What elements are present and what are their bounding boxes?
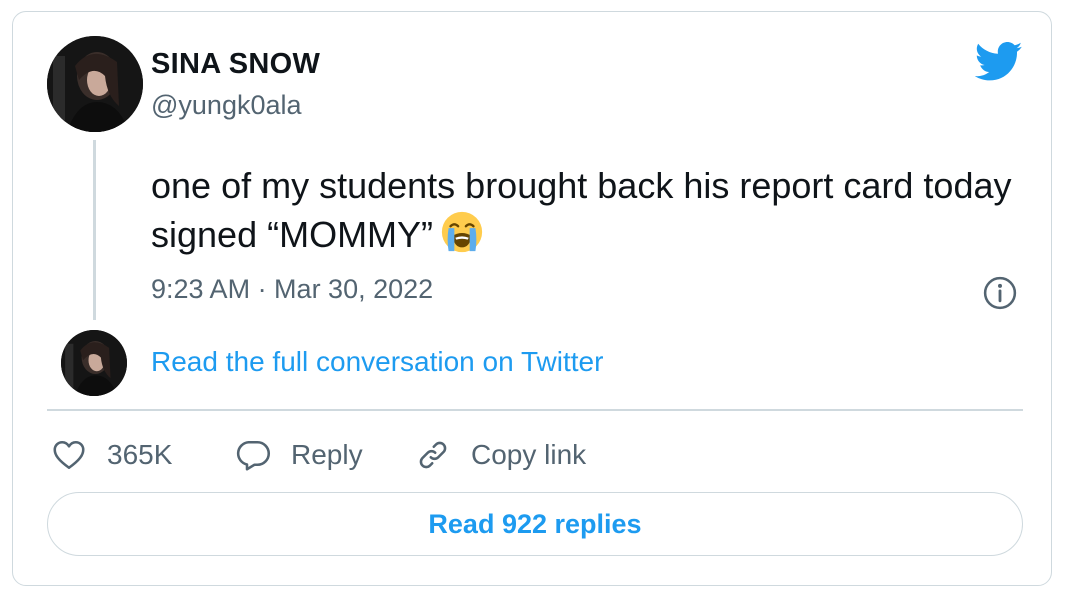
link-icon bbox=[419, 441, 447, 469]
loudly-crying-face-icon bbox=[441, 211, 483, 253]
twitter-bird-icon[interactable] bbox=[975, 42, 1023, 82]
read-full-conversation-link[interactable]: Read the full conversation on Twitter bbox=[151, 346, 603, 378]
author-avatar[interactable] bbox=[47, 36, 143, 132]
conversation-avatar[interactable] bbox=[61, 330, 127, 396]
author-display-name[interactable]: SINA SNOW bbox=[151, 48, 320, 81]
read-replies-button[interactable]: Read 922 replies bbox=[47, 492, 1023, 556]
copy-link-label: Copy link bbox=[471, 439, 587, 470]
copy-link-button[interactable]: Copy link bbox=[415, 435, 586, 475]
author-handle[interactable]: @yungk0ala bbox=[151, 90, 302, 121]
tweet-text: one of my students brought back his repo… bbox=[151, 162, 1031, 258]
reply-bubble-icon bbox=[236, 440, 270, 471]
tweet-embed-card: SINA SNOW @yungk0ala one of my students … bbox=[12, 11, 1052, 586]
thread-line bbox=[93, 140, 96, 320]
read-replies-label: Read 922 replies bbox=[428, 508, 642, 539]
info-icon[interactable] bbox=[983, 276, 1017, 310]
reply-button[interactable]: Reply bbox=[235, 435, 363, 475]
reply-label: Reply bbox=[291, 439, 363, 470]
tweet-body: one of my students brought back his repo… bbox=[151, 165, 1012, 255]
avatar-photo-icon bbox=[61, 330, 127, 396]
heart-icon bbox=[53, 440, 85, 470]
avatar-photo-icon bbox=[47, 36, 143, 132]
divider bbox=[47, 409, 1023, 411]
like-count: 365K bbox=[107, 439, 173, 470]
like-button[interactable]: 365K bbox=[51, 435, 172, 475]
tweet-timestamp[interactable]: 9:23 AM · Mar 30, 2022 bbox=[151, 274, 433, 305]
